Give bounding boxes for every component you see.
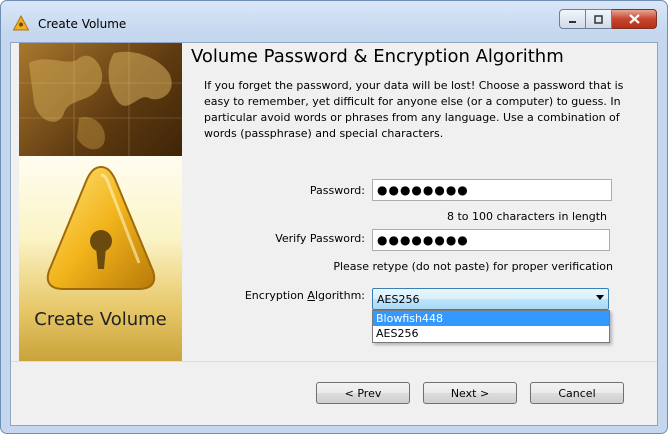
password-field[interactable]: ●●●●●●●●	[372, 179, 612, 201]
password-length-hint: 8 to 100 characters in length	[446, 210, 607, 223]
close-button[interactable]	[612, 9, 657, 29]
keyhole-triangle-icon	[46, 165, 156, 290]
page-title: Volume Password & Encryption Algorithm	[191, 46, 564, 67]
encryption-algorithm-select[interactable]: AES256	[372, 288, 609, 310]
warning-triangle-icon	[13, 15, 29, 31]
verify-password-field[interactable]: ●●●●●●●●	[372, 229, 610, 251]
password-label: Password:	[309, 184, 365, 197]
window-title: Create Volume	[38, 17, 127, 31]
encryption-algorithm-label: Encryption Algorithm:	[211, 289, 365, 302]
next-button[interactable]: Next >	[423, 382, 517, 404]
world-map-image	[19, 43, 182, 156]
wizard-banner: Create Volume	[19, 43, 182, 361]
minimize-icon	[569, 20, 576, 23]
minimize-button[interactable]	[559, 9, 586, 29]
algorithm-option-blowfish448[interactable]: Blowfish448	[373, 311, 609, 326]
banner-title: Create Volume	[34, 309, 167, 330]
world-map-graphic	[19, 43, 182, 156]
password-warning-text: If you forget the password, your data wi…	[204, 79, 624, 140]
footer-separator	[11, 361, 657, 362]
maximize-icon	[594, 14, 603, 24]
algorithm-label-pre: Encryption	[244, 289, 308, 302]
algorithm-label-accelerator: A	[307, 289, 315, 302]
caption-buttons	[559, 9, 657, 31]
algorithm-selected-value: AES256	[377, 292, 420, 306]
algorithm-dropdown-list: Blowfish448 AES256	[372, 310, 610, 343]
title-bar[interactable]: Create Volume	[1, 1, 667, 43]
wizard-client-area: Create Volume Volume Password & Encrypti…	[10, 42, 658, 426]
create-volume-window: Create Volume Create Volume Volume Passw…	[0, 0, 668, 434]
chevron-down-icon[interactable]	[596, 295, 604, 300]
close-icon	[628, 14, 640, 24]
algorithm-option-aes256[interactable]: AES256	[373, 326, 609, 341]
verify-password-hint: Please retype (do not paste) for proper …	[333, 260, 613, 273]
algorithm-label-post: lgorithm:	[314, 289, 365, 302]
prev-button[interactable]: < Prev	[316, 382, 410, 404]
verify-password-label: Verify Password:	[275, 232, 365, 245]
maximize-button[interactable]	[586, 9, 612, 29]
cancel-button[interactable]: Cancel	[530, 382, 624, 404]
